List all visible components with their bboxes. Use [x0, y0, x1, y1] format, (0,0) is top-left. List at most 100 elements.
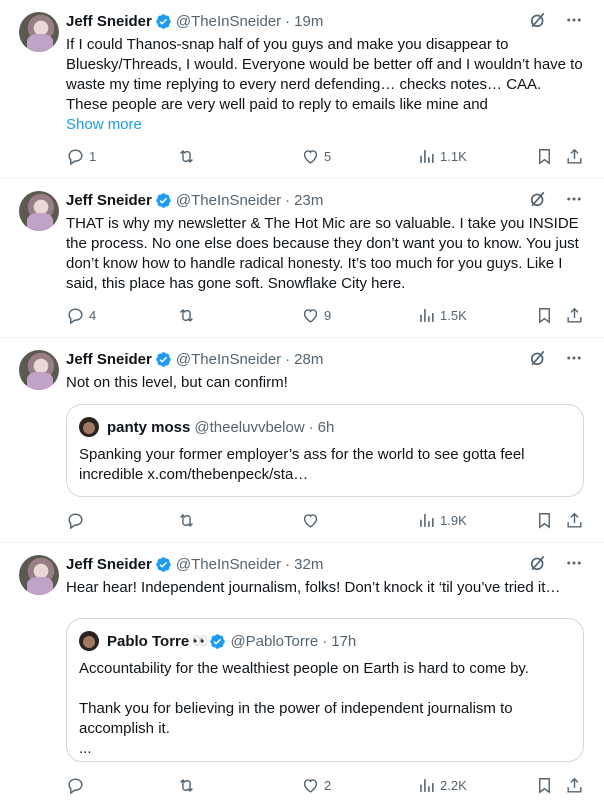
- share-button[interactable]: [565, 305, 584, 325]
- reply-button[interactable]: [66, 775, 89, 795]
- author-handle[interactable]: @TheInSneider: [176, 192, 281, 209]
- action-bar: 2 2.2K: [66, 775, 586, 795]
- bookmark-button[interactable]: [535, 510, 554, 530]
- reply-count: 1: [89, 148, 97, 164]
- action-bar: 1 5 1.1K: [66, 146, 586, 166]
- quoted-timestamp: 6h: [317, 418, 335, 436]
- avatar[interactable]: [19, 12, 59, 52]
- grok-icon[interactable]: [528, 10, 548, 30]
- reply-icon: [68, 148, 83, 165]
- avatar[interactable]: [19, 350, 59, 390]
- share-icon: [567, 148, 582, 164]
- views-button[interactable]: 1.9K: [417, 510, 467, 530]
- separator-dot: ·: [285, 12, 291, 30]
- tweet-header: Jeff Sneider @TheInSneider · 19m: [66, 11, 323, 31]
- author-name[interactable]: Jeff Sneider: [66, 351, 152, 368]
- share-button[interactable]: [565, 510, 584, 530]
- bookmark-button[interactable]: [535, 775, 554, 795]
- more-options-icon[interactable]: [564, 348, 584, 368]
- author-handle[interactable]: @TheInSneider: [176, 13, 281, 30]
- show-more-link[interactable]: Show more: [66, 116, 142, 133]
- verified-badge-icon[interactable]: [155, 351, 172, 368]
- reply-button[interactable]: [66, 510, 89, 530]
- action-bar: 4 9 1.5K: [66, 305, 586, 325]
- reply-icon: [68, 777, 83, 794]
- author-name[interactable]: Jeff Sneider: [66, 192, 152, 209]
- separator-dot: ·: [285, 555, 291, 573]
- views-button[interactable]: 1.1K: [417, 146, 467, 166]
- heart-icon: [303, 778, 318, 793]
- bookmark-icon: [539, 512, 550, 529]
- share-icon: [567, 777, 582, 793]
- more-options-icon[interactable]: [564, 189, 584, 209]
- bookmark-button[interactable]: [535, 305, 554, 325]
- bookmark-icon: [539, 148, 550, 165]
- views-button[interactable]: 1.5K: [417, 305, 467, 325]
- timestamp[interactable]: 23m: [294, 192, 323, 209]
- author-handle[interactable]: @TheInSneider: [176, 556, 281, 573]
- tweet-text: Not on this level, but can confirm!: [66, 374, 288, 391]
- tweet-text: THAT is why my newsletter & The Hot Mic …: [66, 215, 579, 292]
- quoted-tweet-header: panty moss @theeluvvbelow · 6h: [79, 417, 334, 437]
- retweet-button[interactable]: [177, 305, 200, 325]
- like-button[interactable]: 5: [301, 146, 331, 166]
- quoted-tweet[interactable]: Pablo Torre 👀 @PabloTorre · 17h Accounta…: [66, 618, 584, 762]
- verified-badge-icon[interactable]: [155, 192, 172, 209]
- tweet[interactable]: Jeff Sneider @TheInSneider · 23m THAT is…: [0, 179, 604, 338]
- quoted-timestamp: 17h: [331, 632, 357, 650]
- quoted-author-handle: @theeluvvbelow: [194, 418, 305, 436]
- quoted-author-handle: @PabloTorre: [230, 632, 319, 650]
- avatar[interactable]: [19, 555, 59, 595]
- verified-badge-icon[interactable]: [155, 13, 172, 30]
- heart-icon: [303, 513, 318, 528]
- tweet[interactable]: Jeff Sneider @TheInSneider · 32m Hear he…: [0, 543, 604, 805]
- tweet-text: If I could Thanos-snap half of you guys …: [66, 35, 586, 135]
- grok-icon[interactable]: [528, 553, 548, 573]
- like-count: 9: [324, 307, 332, 323]
- reply-button[interactable]: 4: [66, 305, 96, 325]
- more-options-icon[interactable]: [564, 10, 584, 30]
- retweet-icon: [180, 513, 193, 527]
- grok-icon[interactable]: [528, 348, 548, 368]
- views-button[interactable]: 2.2K: [417, 775, 467, 795]
- tweet[interactable]: Jeff Sneider @TheInSneider · 19m If I co…: [0, 0, 604, 179]
- quoted-avatar: [79, 417, 99, 437]
- share-button[interactable]: [565, 775, 584, 795]
- quoted-author-name: panty moss: [107, 418, 191, 436]
- verified-badge-icon[interactable]: [155, 556, 172, 573]
- retweet-button[interactable]: [177, 146, 200, 166]
- views-icon: [420, 308, 434, 322]
- tweet-header: Jeff Sneider @TheInSneider · 28m: [66, 349, 323, 369]
- like-count: 5: [324, 148, 332, 164]
- tweet-body: If I could Thanos-snap half of you guys …: [66, 36, 583, 113]
- like-button[interactable]: 2: [301, 775, 331, 795]
- quoted-line-1: Accountability for the wealthiest people…: [79, 660, 529, 677]
- tweet[interactable]: Jeff Sneider @TheInSneider · 28m Not on …: [0, 338, 604, 543]
- retweet-icon: [180, 778, 193, 792]
- author-name[interactable]: Jeff Sneider: [66, 556, 152, 573]
- retweet-button[interactable]: [177, 775, 200, 795]
- more-options-icon[interactable]: [564, 553, 584, 573]
- retweet-button[interactable]: [177, 510, 200, 530]
- bookmark-button[interactable]: [535, 146, 554, 166]
- timestamp[interactable]: 28m: [294, 351, 323, 368]
- bookmark-icon: [539, 307, 550, 324]
- quoted-avatar: [79, 631, 99, 651]
- reply-button[interactable]: 1: [66, 146, 96, 166]
- tweet-header: Jeff Sneider @TheInSneider · 32m: [66, 554, 323, 574]
- share-button[interactable]: [565, 146, 584, 166]
- timestamp[interactable]: 19m: [294, 13, 323, 30]
- separator-dot: ·: [322, 632, 328, 650]
- author-handle[interactable]: @TheInSneider: [176, 351, 281, 368]
- views-icon: [420, 778, 434, 792]
- author-name[interactable]: Jeff Sneider: [66, 13, 152, 30]
- quoted-tweet-text: Accountability for the wealthiest people…: [79, 659, 574, 759]
- grok-icon[interactable]: [528, 189, 548, 209]
- like-button[interactable]: 9: [301, 305, 331, 325]
- action-bar: 1.9K: [66, 510, 586, 530]
- timestamp[interactable]: 32m: [294, 556, 323, 573]
- avatar[interactable]: [19, 191, 59, 231]
- quoted-tweet-header: Pablo Torre 👀 @PabloTorre · 17h: [79, 631, 356, 651]
- quoted-tweet[interactable]: panty moss @theeluvvbelow · 6h Spanking …: [66, 404, 584, 497]
- like-button[interactable]: [301, 510, 324, 530]
